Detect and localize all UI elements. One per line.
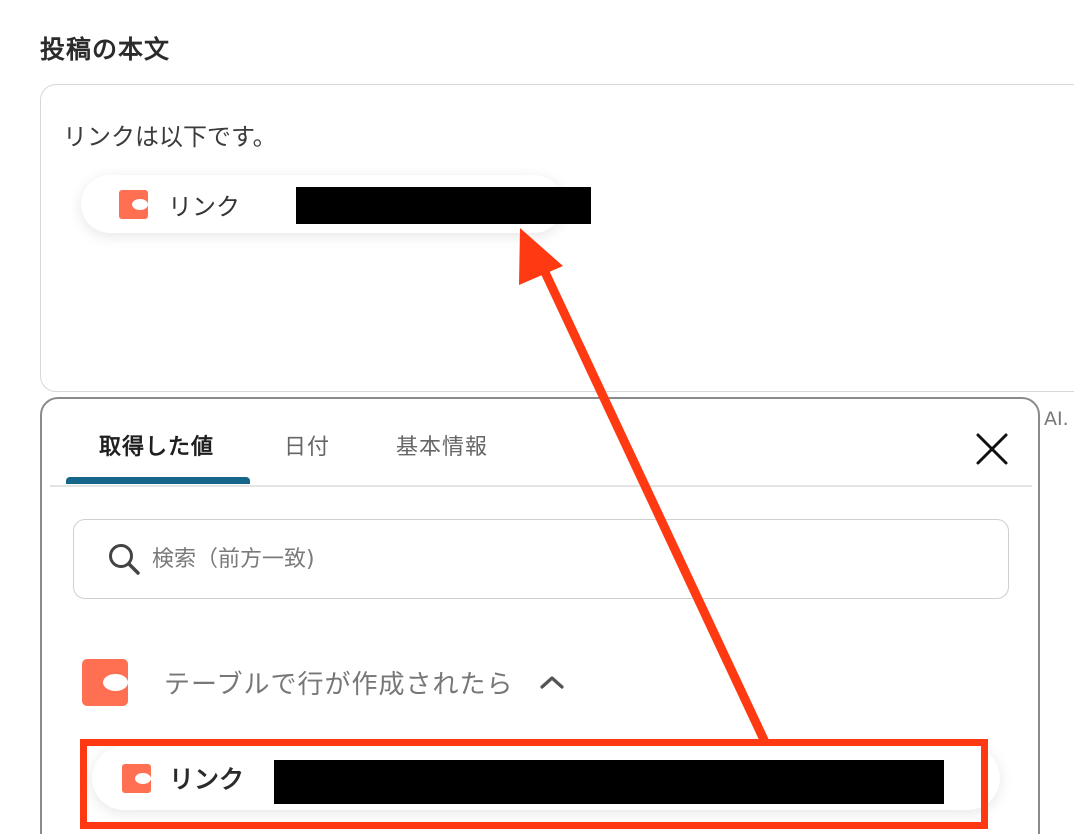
section-title: 投稿の本文 (40, 35, 171, 64)
search-box (73, 519, 1009, 599)
close-button[interactable] (972, 429, 1012, 469)
redacted-value (274, 760, 944, 804)
tab-divider (50, 485, 1032, 487)
tab-acquired-values[interactable]: 取得した値 (99, 429, 214, 461)
tab-basic-info[interactable]: 基本情報 (396, 429, 488, 461)
group-header[interactable]: テーブルで行が作成されたら (82, 657, 982, 707)
search-input[interactable] (150, 538, 974, 580)
redacted-value (296, 187, 591, 224)
coda-app-icon (122, 763, 151, 793)
editor-text: リンクは以下です。 (63, 123, 277, 151)
value-picker-panel: 取得した値 日付 基本情報 テーブルで行が作成されたら (40, 397, 1040, 834)
coda-app-icon (82, 658, 128, 706)
variable-chip[interactable]: リンク (81, 175, 591, 233)
page: 投稿の本文 リンクは以下です。 リンク AI. 取得した値 日付 基本情報 検索… (0, 0, 1074, 834)
list-item[interactable]: リンク (92, 746, 1000, 810)
active-tab-indicator (66, 477, 250, 484)
tab-date[interactable]: 日付 (284, 429, 330, 461)
chevron-up-icon[interactable] (539, 674, 565, 690)
variable-chip-label: リンク (168, 192, 240, 221)
group-title: テーブルで行が作成されたら (164, 669, 514, 700)
post-body-editor[interactable]: リンクは以下です。 リンク (40, 84, 1074, 392)
ai-text: AI. (1044, 408, 1069, 430)
list-item-label: リンク (169, 765, 245, 794)
close-icon (976, 433, 1008, 465)
search-icon (109, 544, 140, 575)
coda-app-icon (119, 189, 148, 219)
